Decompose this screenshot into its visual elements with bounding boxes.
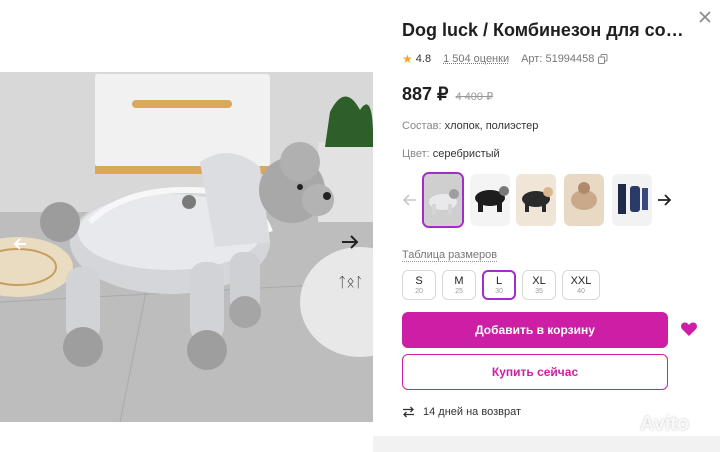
current-price: 887 ₽ bbox=[402, 84, 449, 104]
size-number: 20 bbox=[415, 287, 423, 295]
swatch-beige-image bbox=[564, 174, 604, 226]
bottom-divider bbox=[373, 436, 720, 452]
return-policy: 14 дней на возврат bbox=[402, 406, 521, 418]
size-option-m[interactable]: M 25 bbox=[442, 270, 476, 300]
gallery-next-arrow[interactable] bbox=[338, 230, 362, 254]
swatches-prev-button[interactable] bbox=[402, 190, 418, 210]
copy-article-button[interactable] bbox=[598, 54, 608, 64]
copy-icon bbox=[598, 54, 608, 64]
size-label: S bbox=[415, 274, 423, 287]
swatch-black-beige[interactable] bbox=[516, 174, 556, 226]
add-to-cart-button[interactable]: Добавить в корзину bbox=[402, 312, 668, 348]
swatch-silver-image bbox=[424, 174, 462, 226]
size-option-l[interactable]: L 30 bbox=[482, 270, 516, 300]
color-swatches bbox=[402, 170, 692, 230]
size-label: XXL bbox=[570, 274, 592, 287]
composition-label: Состав: bbox=[402, 120, 442, 132]
avito-watermark: Avito bbox=[612, 413, 689, 436]
swatch-black[interactable] bbox=[470, 174, 510, 226]
arrow-right-icon bbox=[342, 235, 359, 249]
star-icon: ★ bbox=[402, 52, 413, 66]
swatch-black-image bbox=[470, 174, 510, 226]
product-gallery: ᛏᛟᛚ bbox=[0, 0, 373, 452]
size-number: 35 bbox=[535, 287, 543, 295]
return-arrows-icon bbox=[402, 406, 415, 418]
product-photo[interactable]: ᛏᛟᛚ bbox=[0, 72, 373, 422]
price-row: 887 ₽ 4 400 ₽ bbox=[402, 84, 493, 105]
arrow-left-icon bbox=[403, 194, 416, 206]
color-label: Цвет: bbox=[402, 148, 430, 160]
size-label: M bbox=[454, 274, 464, 287]
favorite-button[interactable] bbox=[680, 320, 698, 338]
size-table-link[interactable]: Таблица размеров bbox=[402, 249, 498, 262]
product-photo-image: ᛏᛟᛚ bbox=[0, 72, 373, 422]
swatch-silver[interactable] bbox=[422, 172, 464, 228]
size-label: XL bbox=[532, 274, 546, 287]
arrow-left-icon bbox=[13, 238, 26, 250]
avito-watermark-text: Avito bbox=[640, 413, 690, 435]
product-title: Dog luck / Комбинезон для собак серебрис… bbox=[402, 20, 694, 40]
return-policy-text: 14 дней на возврат bbox=[423, 406, 521, 418]
size-number: 25 bbox=[455, 287, 463, 295]
swatch-beige[interactable] bbox=[564, 174, 604, 226]
close-icon bbox=[699, 11, 711, 23]
color-line: Цвет: серебристый bbox=[402, 148, 500, 160]
close-button[interactable] bbox=[694, 6, 716, 28]
size-option-s[interactable]: S 20 bbox=[402, 270, 436, 300]
color-value: серебристый bbox=[432, 148, 500, 160]
arrow-right-icon bbox=[658, 194, 671, 206]
size-label: L bbox=[495, 274, 503, 287]
swatch-black-beige-image bbox=[516, 174, 556, 226]
size-selector: S 20 M 25 L 30 XL 35 XXL 40 bbox=[402, 270, 606, 300]
size-option-xxl[interactable]: XXL 40 bbox=[562, 270, 600, 300]
avito-logo-icon bbox=[612, 414, 636, 436]
composition-value: хлопок, полиэстер bbox=[444, 120, 539, 132]
heart-icon bbox=[681, 322, 697, 336]
swatch-navy[interactable] bbox=[612, 174, 652, 226]
size-number: 40 bbox=[577, 287, 585, 295]
buy-now-button[interactable]: Купить сейчас bbox=[402, 354, 668, 390]
swatch-navy-image bbox=[612, 174, 652, 226]
reviews-link[interactable]: 1 504 оценки bbox=[443, 53, 509, 65]
rating-value: 4.8 bbox=[415, 53, 432, 65]
gallery-prev-arrow[interactable] bbox=[8, 232, 32, 256]
size-number: 30 bbox=[495, 287, 503, 295]
article-number: Арт: 51994458 bbox=[521, 53, 595, 65]
swatches-next-button[interactable] bbox=[656, 190, 672, 210]
composition: Состав: хлопок, полиэстер bbox=[402, 120, 538, 132]
size-option-xl[interactable]: XL 35 bbox=[522, 270, 556, 300]
old-price: 4 400 ₽ bbox=[455, 91, 494, 103]
product-meta: ★ 4.8 1 504 оценки Арт: 51994458 bbox=[402, 52, 608, 66]
svg-text:ᛏᛟᛚ: ᛏᛟᛚ bbox=[338, 274, 363, 290]
